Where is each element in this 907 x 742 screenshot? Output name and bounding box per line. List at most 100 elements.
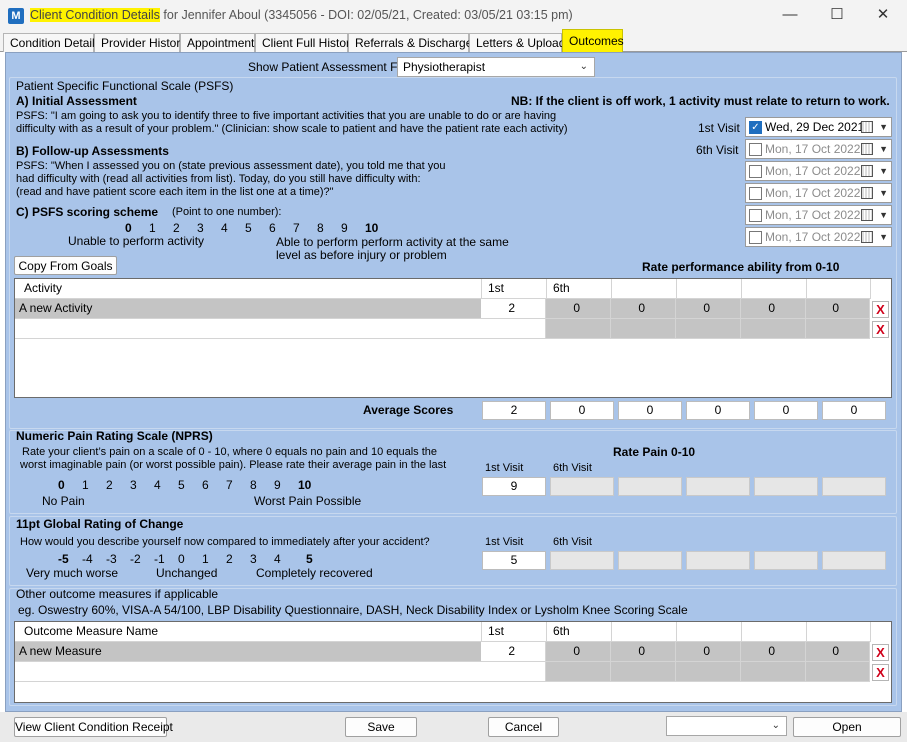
tab-outcomes[interactable]: Outcomes xyxy=(562,29,624,52)
measure-grid-delete-row-icon[interactable]: X xyxy=(872,664,889,681)
calendar-icon[interactable] xyxy=(861,209,873,221)
chevron-down-icon[interactable]: ▼ xyxy=(879,206,888,224)
copy-from-goals-button[interactable]: Copy From Goals xyxy=(14,256,117,275)
measure-grid-delete-row-icon[interactable]: X xyxy=(872,644,889,661)
psfs-grid-row-first[interactable] xyxy=(481,319,546,339)
psfs-grid-header-3 xyxy=(612,279,677,299)
nprs-scale-4: 4 xyxy=(154,478,161,492)
psfs-grid-delete-row-icon[interactable]: X xyxy=(872,321,889,338)
psfs-grid-row-score-6[interactable] xyxy=(806,319,870,339)
measure-grid-row-score-5[interactable]: 0 xyxy=(741,642,806,662)
grc-score-box-6[interactable] xyxy=(822,551,886,570)
measure-grid-header-4 xyxy=(677,622,742,642)
chevron-down-icon[interactable]: ▼ xyxy=(879,140,888,158)
assessment-for-label: Show Patient Assessment For xyxy=(248,60,409,74)
psfs-grid-row-score-6[interactable]: 0 xyxy=(806,299,870,319)
visit-date-picker-2[interactable]: Mon, 17 Oct 2022 ▼ xyxy=(745,139,892,159)
measure-grid-row-score-6[interactable] xyxy=(806,662,870,682)
chevron-down-icon: ⌄ xyxy=(771,720,780,731)
visit-date-picker-1[interactable]: ✓ Wed, 29 Dec 2021 ▼ xyxy=(745,117,892,137)
nprs-score-box-5[interactable] xyxy=(754,477,818,496)
psfs-grid-row-score-3[interactable] xyxy=(611,319,676,339)
measure-grid-row-first[interactable]: 2 xyxy=(481,642,546,662)
psfs-grid-delete-row-icon[interactable]: X xyxy=(872,301,889,318)
tab-appointments[interactable]: Appointments xyxy=(180,33,260,52)
grc-high-label: Completely recovered xyxy=(256,566,373,580)
visit-date-checkbox[interactable] xyxy=(749,187,762,200)
visit-date-checkbox[interactable] xyxy=(749,143,762,156)
maximize-icon[interactable]: ☐ xyxy=(817,4,857,28)
psfs-scale-6: 6 xyxy=(269,221,276,235)
assessment-for-select[interactable]: Physiotherapist ⌄ xyxy=(397,57,595,77)
grc-visit1-label: 1st Visit xyxy=(485,536,524,548)
measure-grid-row-name[interactable]: A new Measure xyxy=(15,642,482,662)
grc-score-box-5[interactable] xyxy=(754,551,818,570)
psfs-grid-row-first[interactable]: 2 xyxy=(481,299,546,319)
grc-score-box-4[interactable] xyxy=(686,551,750,570)
measure-grid-row-score-3[interactable] xyxy=(611,662,676,682)
measure-grid-row-score-2[interactable] xyxy=(546,662,611,682)
open-button[interactable]: Open xyxy=(793,717,901,737)
visit-date-picker-4[interactable]: Mon, 17 Oct 2022 ▼ xyxy=(745,183,892,203)
tab-provider-history[interactable]: Provider History xyxy=(94,33,186,52)
measure-grid-row-score-3[interactable]: 0 xyxy=(611,642,676,662)
minimize-icon[interactable]: — xyxy=(770,4,810,28)
measure-grid-row-score-5[interactable] xyxy=(741,662,806,682)
calendar-icon[interactable] xyxy=(861,165,873,177)
measure-grid-row-first[interactable] xyxy=(481,662,546,682)
visit-date-checkbox[interactable]: ✓ xyxy=(749,121,762,134)
avg-box-3: 0 xyxy=(618,401,682,420)
visit-date-checkbox[interactable] xyxy=(749,231,762,244)
open-select[interactable]: ⌄ xyxy=(666,716,787,736)
cancel-button[interactable]: Cancel xyxy=(488,717,559,737)
avg-box-4: 0 xyxy=(686,401,750,420)
nprs-high-label: Worst Pain Possible xyxy=(254,494,362,508)
psfs-grid-row-score-4[interactable] xyxy=(676,319,741,339)
save-button[interactable]: Save xyxy=(345,717,417,737)
calendar-icon[interactable] xyxy=(861,231,873,243)
chevron-down-icon[interactable]: ▼ xyxy=(879,228,888,246)
grc-score-box-3[interactable] xyxy=(618,551,682,570)
calendar-icon[interactable] xyxy=(861,143,873,155)
psfs-grid-row-score-2[interactable] xyxy=(546,319,611,339)
psfs-grid-row-score-5[interactable]: 0 xyxy=(741,299,806,319)
calendar-icon[interactable] xyxy=(861,121,873,133)
visit-date-picker-6[interactable]: Mon, 17 Oct 2022 ▼ xyxy=(745,227,892,247)
visit-date-picker-5[interactable]: Mon, 17 Oct 2022 ▼ xyxy=(745,205,892,225)
grc-score-box-1[interactable]: 5 xyxy=(482,551,546,570)
measure-grid-row-score-4[interactable]: 0 xyxy=(676,642,741,662)
calendar-icon[interactable] xyxy=(861,187,873,199)
tab-client-full-history[interactable]: Client Full History xyxy=(255,33,356,52)
nprs-score-box-4[interactable] xyxy=(686,477,750,496)
psfs-grid-row-name[interactable]: A new Activity xyxy=(15,299,482,319)
measure-grid-row-score-4[interactable] xyxy=(676,662,741,682)
psfs-grid-row-score-4[interactable]: 0 xyxy=(676,299,741,319)
view-receipt-button[interactable]: View Client Condition Receipt xyxy=(14,717,173,737)
measure-grid-row-score-6[interactable]: 0 xyxy=(806,642,870,662)
tab-condition-details[interactable]: Condition Details xyxy=(3,33,101,52)
nprs-score-box-3[interactable] xyxy=(618,477,682,496)
measure-grid-header-1: 1st xyxy=(482,622,547,642)
measure-grid-row-name[interactable] xyxy=(15,662,482,682)
measure-grid-row-score-2[interactable]: 0 xyxy=(546,642,611,662)
visit-date-checkbox[interactable] xyxy=(749,209,762,222)
psfs-grid-row-name[interactable] xyxy=(15,319,482,339)
grc-score-box-2[interactable] xyxy=(550,551,614,570)
psfs-followup-text-2: had difficulty with (read all activities… xyxy=(16,173,421,185)
chevron-down-icon[interactable]: ▼ xyxy=(879,118,888,136)
psfs-heading: Patient Specific Functional Scale (PSFS) xyxy=(16,79,234,93)
visit-date-picker-3[interactable]: Mon, 17 Oct 2022 ▼ xyxy=(745,161,892,181)
tab-referrals-discharges[interactable]: Referrals & Discharges xyxy=(348,33,478,52)
visit-date-checkbox[interactable] xyxy=(749,165,762,178)
nprs-score-box-1[interactable]: 9 xyxy=(482,477,546,496)
tab-letters-uploads[interactable]: Letters & Uploads xyxy=(469,33,571,52)
chevron-down-icon[interactable]: ▼ xyxy=(879,184,888,202)
psfs-grid-row-score-2[interactable]: 0 xyxy=(546,299,611,319)
nprs-score-box-2[interactable] xyxy=(550,477,614,496)
close-icon[interactable]: ✕ xyxy=(863,4,903,28)
psfs-grid-row-score-3[interactable]: 0 xyxy=(611,299,676,319)
nprs-score-box-6[interactable] xyxy=(822,477,886,496)
chevron-down-icon[interactable]: ▼ xyxy=(879,162,888,180)
psfs-grid-row-score-5[interactable] xyxy=(741,319,806,339)
nprs-scale-9: 9 xyxy=(274,478,281,492)
